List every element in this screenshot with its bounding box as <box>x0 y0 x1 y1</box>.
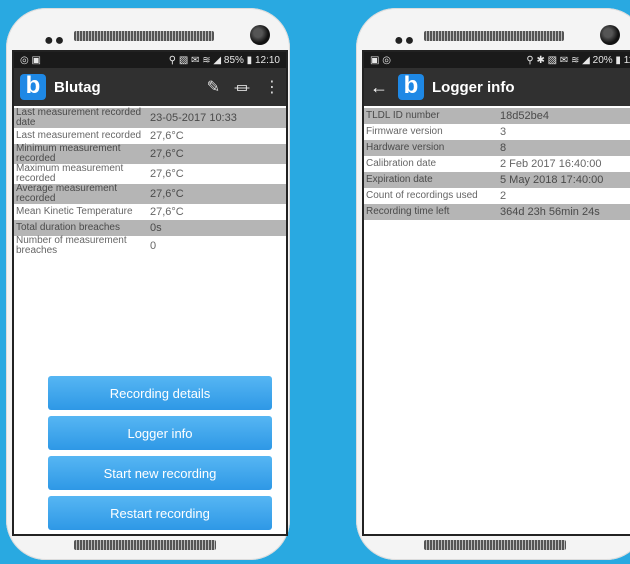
screen-left: ◎ ▣ ⚲ ▧ ✉ ≋ ◢ 85% ▮ 12:10 b Blutag ✎ ⏛ ⋮… <box>12 50 288 536</box>
blutag-logo-icon: b <box>20 73 46 100</box>
screen-right: ▣ ◎ ⚲ ✱ ▧ ✉ ≋ ◢ 20% ▮ 11:06 ← b Logger i… <box>362 50 630 536</box>
row-value: 18d52be4 <box>500 110 549 122</box>
table-row: Expiration date 5 May 2018 17:40:00 <box>364 172 630 188</box>
more-menu-icon[interactable]: ⋮ <box>264 77 280 97</box>
row-label: Total duration breaches <box>16 222 120 233</box>
row-label: Last measurement recorded <box>16 130 142 141</box>
camera-icon <box>600 25 620 45</box>
row-value: 27,6°C <box>150 168 184 180</box>
row-value: 2 Feb 2017 16:40:00 <box>500 158 602 170</box>
row-value: 2 <box>500 190 507 202</box>
row-label: Mean Kinetic Temperature <box>16 206 133 217</box>
row-label: Last measurement recorded date <box>16 107 142 128</box>
earpiece-grille <box>74 31 214 41</box>
row-label: Number of measurement breaches <box>16 235 127 256</box>
logger-info-table: TLDL ID number 18d52be4 Firmware version 3… <box>364 108 630 220</box>
table-row: Mean Kinetic Temperature 27,6°C <box>14 204 286 220</box>
row-value: 364d 23h 56min 24s <box>500 206 600 218</box>
recording-details-button[interactable]: Recording details <box>48 376 272 410</box>
row-label: Minimum measurement recorded <box>16 143 121 164</box>
status-left: ▣ ◎ <box>370 54 391 66</box>
row-label: Hardware version <box>366 142 445 153</box>
table-row: Number of measurement breaches 0 <box>14 236 286 256</box>
row-label: Firmware version <box>366 126 443 137</box>
row-value: 0s <box>150 222 162 234</box>
app-title: Blutag <box>54 78 101 96</box>
table-row: Total duration breaches 0s <box>14 220 286 236</box>
measurement-table: Last measurement recorded date 23-05-2017… <box>14 108 286 256</box>
restart-recording-button[interactable]: Restart recording <box>48 496 272 530</box>
table-row: Last measurement recorded 27,6°C <box>14 128 286 144</box>
table-row: Last measurement recorded date 23-05-2017… <box>14 108 286 128</box>
earpiece-grille <box>424 31 564 41</box>
table-row: TLDL ID number 18d52be4 <box>364 108 630 124</box>
app-bar: ← b Logger info <box>364 68 630 106</box>
table-row: Maximum measurement recorded 27,6°C <box>14 164 286 184</box>
row-value: 27,6°C <box>150 148 184 160</box>
row-label: Count of recordings used <box>366 190 478 201</box>
row-value: 27,6°C <box>150 130 184 142</box>
app-bar: b Blutag ✎ ⏛ ⋮ <box>14 68 286 106</box>
table-row: Recording time left 364d 23h 56min 24s <box>364 204 630 220</box>
row-value: 3 <box>500 126 507 138</box>
bottom-speaker-grille <box>424 540 566 550</box>
table-row: Minimum measurement recorded 27,6°C <box>14 144 286 164</box>
row-value: 23-05-2017 10:33 <box>150 112 237 124</box>
start-new-recording-button[interactable]: Start new recording <box>48 456 272 490</box>
sensor-dots-icon: ●● <box>394 32 416 49</box>
row-value: 5 May 2018 17:40:00 <box>500 174 604 186</box>
row-label: Calibration date <box>366 158 437 169</box>
plug-list-icon[interactable]: ⏛ <box>234 75 250 99</box>
sensor-dots-icon: ●● <box>44 32 66 49</box>
row-value: 27,6°C <box>150 206 184 218</box>
wrench-icon[interactable]: ✎ <box>207 77 220 97</box>
row-value: 0 <box>150 240 157 252</box>
row-label: Recording time left <box>366 206 450 217</box>
blutag-logo-icon: b <box>398 73 424 100</box>
logger-info-button[interactable]: Logger info <box>48 416 272 450</box>
table-row: Count of recordings used 2 <box>364 188 630 204</box>
row-label: Average measurement recorded <box>16 183 117 204</box>
row-label: TLDL ID number <box>366 110 440 121</box>
row-label: Maximum measurement recorded <box>16 163 124 184</box>
row-value: 8 <box>500 142 507 154</box>
phone-left: ●● ◎ ▣ ⚲ ▧ ✉ ≋ ◢ 85% ▮ 12:10 b Blutag ✎ … <box>6 8 290 560</box>
back-arrow-icon[interactable]: ← <box>370 77 388 98</box>
status-left: ◎ ▣ <box>20 54 41 66</box>
bottom-speaker-grille <box>74 540 216 550</box>
camera-icon <box>250 25 270 45</box>
table-row: Hardware version 8 <box>364 140 630 156</box>
app-title: Logger info <box>432 78 515 96</box>
table-row: Firmware version 3 <box>364 124 630 140</box>
phone-right: ●● ▣ ◎ ⚲ ✱ ▧ ✉ ≋ ◢ 20% ▮ 11:06 ← b Logge… <box>356 8 630 560</box>
status-right: ⚲ ▧ ✉ ≋ ◢ 85% ▮ 12:10 <box>168 54 280 66</box>
status-bar: ▣ ◎ ⚲ ✱ ▧ ✉ ≋ ◢ 20% ▮ 11:06 <box>364 52 630 68</box>
status-bar: ◎ ▣ ⚲ ▧ ✉ ≋ ◢ 85% ▮ 12:10 <box>14 52 286 68</box>
table-row: Calibration date 2 Feb 2017 16:40:00 <box>364 156 630 172</box>
row-label: Expiration date <box>366 174 433 185</box>
row-value: 27,6°C <box>150 188 184 200</box>
status-right: ⚲ ✱ ▧ ✉ ≋ ◢ 20% ▮ 11:06 <box>526 54 630 66</box>
table-row: Average measurement recorded 27,6°C <box>14 184 286 204</box>
